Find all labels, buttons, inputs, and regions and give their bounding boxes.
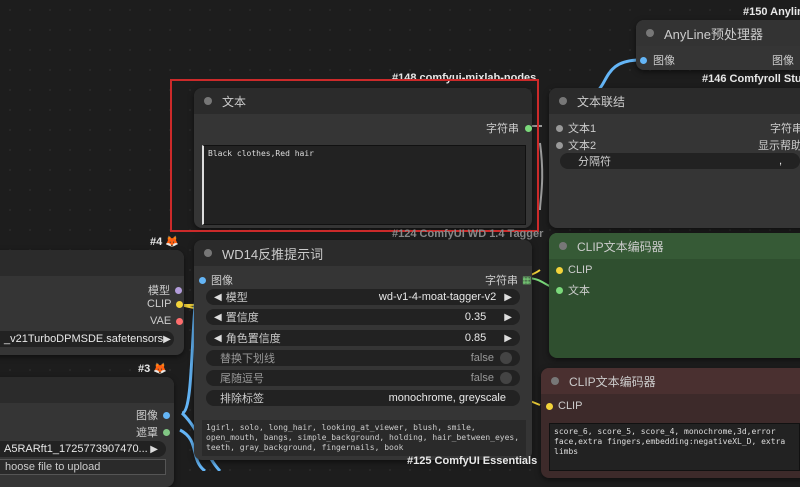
- clip-slot-icon: [546, 402, 553, 410]
- clip-neg-input-clip[interactable]: CLIP: [546, 400, 582, 412]
- concat-input-text1[interactable]: 文本1: [556, 120, 596, 136]
- node-title: WD14反推提示词: [222, 246, 324, 262]
- load-output-mask[interactable]: 遮罩: [136, 424, 170, 440]
- node-id-125: #125 ComfyUI Essentials: [407, 455, 538, 467]
- arrow-right-icon[interactable]: ▶: [504, 292, 512, 303]
- model-slot-icon: [175, 286, 182, 294]
- wd14-model-widget[interactable]: ◀ 模型 wd-v1-4-moat-tagger-v2 ▶: [206, 289, 520, 305]
- ckpt-output-clip[interactable]: CLIP: [147, 298, 184, 310]
- image-slot-icon: [163, 411, 170, 419]
- input-slot-icon: [556, 124, 563, 132]
- load-output-image[interactable]: 图像: [136, 407, 170, 423]
- text-input-area[interactable]: Black clothes,Red hair: [202, 145, 526, 225]
- vae-slot-icon: [176, 317, 184, 325]
- image-slot-icon: [640, 56, 647, 64]
- ckpt-output-vae[interactable]: VAE: [150, 315, 184, 327]
- node-status-icon: [559, 97, 567, 105]
- node-title: 文本: [222, 94, 247, 109]
- toggle-switch-icon[interactable]: [500, 352, 512, 364]
- clip-input-text[interactable]: 文本: [556, 282, 590, 298]
- ckpt-name-widget[interactable]: _v21TurboDPMSDE.safetensors ▶: [0, 331, 174, 347]
- mask-slot-icon: [163, 428, 170, 436]
- node-id-148: #148 comfyui-mixlab-nodes: [392, 72, 537, 84]
- node-status-icon: [551, 377, 559, 385]
- toggle-switch-icon[interactable]: [500, 372, 512, 384]
- concat-output-string[interactable]: 字符串: [770, 120, 800, 136]
- grid-icon: ▦: [522, 274, 532, 286]
- text-output-string[interactable]: 字符串: [486, 120, 532, 136]
- wd14-input-image[interactable]: 图像: [199, 272, 233, 288]
- string-slot-icon: [556, 286, 563, 294]
- image-slot-icon: [199, 276, 206, 284]
- clip-slot-icon: [556, 266, 563, 274]
- node-status-icon: [559, 242, 567, 250]
- node-id-146: #146 Comfyroll Studi: [702, 73, 800, 85]
- wd14-exclude-tags-widget[interactable]: 排除标签 monochrome, greyscale: [206, 390, 520, 406]
- node-status-icon: [646, 29, 654, 37]
- node-title: AnyLine预处理器: [664, 26, 763, 42]
- arrow-left-icon[interactable]: ◀: [214, 292, 222, 303]
- ckpt-output-model[interactable]: 模型: [148, 282, 182, 298]
- clip-slot-icon: [176, 300, 184, 308]
- negative-prompt-area[interactable]: score_6, score_5, score_4, monochrome,3d…: [549, 423, 800, 471]
- wd14-trailing-comma-toggle[interactable]: 尾随逗号 false: [206, 370, 520, 386]
- fox-icon: 🦊: [165, 236, 180, 248]
- wd14-character-threshold-widget[interactable]: ◀ 角色置信度 0.85 ▶: [206, 330, 520, 346]
- anyline-input-image[interactable]: 图像: [640, 52, 675, 68]
- wd14-threshold-widget[interactable]: ◀ 置信度 0.35 ▶: [206, 309, 520, 325]
- input-slot-icon: [556, 141, 563, 149]
- node-id-124: #124 ComfyUI WD 1.4 Tagger: [392, 228, 544, 240]
- node-status-icon: [204, 97, 212, 105]
- image-file-widget[interactable]: A5RARft1_1725773907470... ▶: [0, 441, 166, 457]
- arrow-right-icon[interactable]: ▶: [163, 334, 171, 345]
- clip-input-clip[interactable]: CLIP: [556, 264, 592, 276]
- separator-widget[interactable]: 分隔符,: [560, 153, 800, 169]
- fox-icon: 🦊: [153, 363, 168, 375]
- wd14-output-text: 1girl, solo, long_hair, looking_at_viewe…: [202, 420, 526, 456]
- wd14-replace-underscore-toggle[interactable]: 替换下划线 false: [206, 350, 520, 366]
- node-id-4: #4 🦊: [150, 236, 180, 248]
- concat-output-help[interactable]: 显示帮助: [758, 137, 800, 153]
- arrow-right-icon[interactable]: ▶: [504, 333, 512, 344]
- wd14-output-string[interactable]: 字符串 ▦: [485, 272, 531, 288]
- arrow-left-icon[interactable]: ◀: [214, 312, 222, 323]
- node-title: 文本联结: [577, 94, 626, 109]
- node-id-150: #150 Anylin: [743, 6, 800, 18]
- string-slot-icon: [525, 124, 532, 132]
- node-title: CLIP文本编码器: [577, 239, 664, 254]
- arrow-left-icon[interactable]: ◀: [214, 333, 222, 344]
- upload-button[interactable]: hoose file to upload: [0, 459, 166, 475]
- arrow-right-icon[interactable]: ▶: [150, 444, 158, 455]
- concat-input-text2[interactable]: 文本2: [556, 137, 596, 153]
- arrow-right-icon[interactable]: ▶: [504, 312, 512, 323]
- node-status-icon: [204, 249, 212, 257]
- node-id-3: #3 🦊: [138, 363, 168, 375]
- anyline-output-image[interactable]: 图像: [772, 52, 794, 68]
- node-title: CLIP文本编码器: [569, 374, 656, 389]
